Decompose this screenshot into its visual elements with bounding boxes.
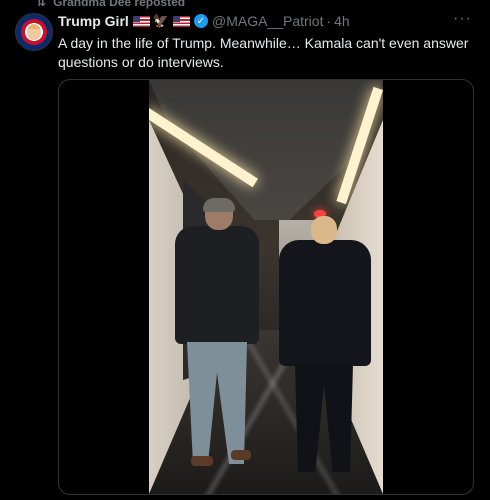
us-flag-icon [172, 15, 190, 27]
suit-jacket [279, 240, 371, 366]
us-flag-icon [132, 15, 150, 27]
cap [203, 198, 235, 212]
timestamp[interactable]: 4h [334, 13, 350, 29]
user-handle[interactable]: @MAGA__Patriot [212, 13, 323, 29]
video-frame[interactable] [149, 80, 383, 494]
media-container[interactable] [58, 79, 474, 495]
jeans [187, 342, 247, 464]
avatar[interactable] [15, 13, 53, 51]
verified-badge-icon[interactable]: ✓ [193, 14, 208, 28]
repost-label: Grandma Dee reposted [53, 0, 186, 9]
shoe [231, 450, 251, 460]
head [311, 216, 337, 244]
person-left [175, 198, 259, 470]
display-name[interactable]: Trump Girl [58, 13, 129, 29]
separator-dot: · [326, 13, 332, 29]
repost-icon: ⇅ [36, 0, 46, 9]
tweet-text: A day in the life of Trump. Meanwhile… K… [58, 35, 469, 70]
jacket [175, 226, 259, 344]
eagle-icon: 🦅 [152, 13, 169, 28]
repost-indicator[interactable]: ⇅ Grandma Dee reposted [36, 0, 185, 10]
avatar-face [27, 24, 41, 40]
person-right [279, 216, 371, 478]
tweet-header: Trump Girl 🦅 ✓ @MAGA__Patriot · 4h [58, 12, 470, 30]
suit-trousers [295, 364, 353, 472]
more-icon[interactable]: ··· [453, 11, 472, 27]
shoe [191, 456, 213, 466]
